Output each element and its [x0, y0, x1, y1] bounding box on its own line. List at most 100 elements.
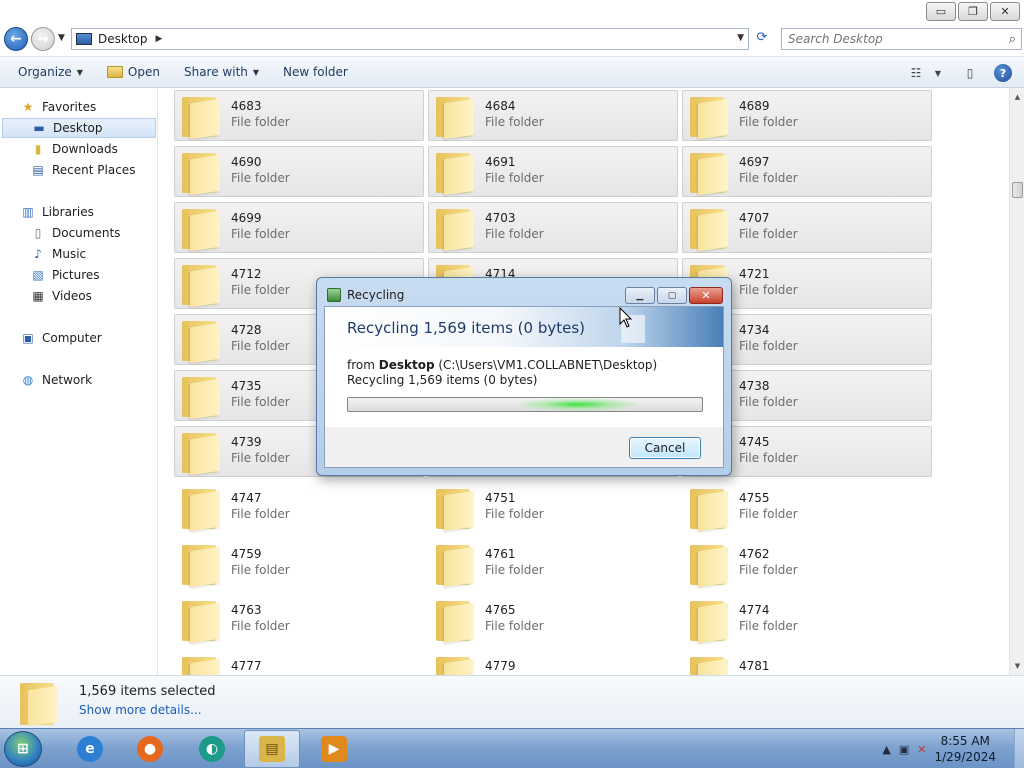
vertical-scrollbar[interactable]: ▲ ▼ — [1009, 88, 1024, 675]
folder-tile[interactable]: 4689 File folder — [682, 90, 932, 141]
folder-tile[interactable]: 4747 File folder — [174, 482, 424, 533]
close-window-button[interactable]: ✕ — [990, 2, 1020, 21]
selection-count: 1,569 items selected — [79, 684, 216, 699]
show-desktop-button[interactable] — [1014, 729, 1024, 768]
dialog-close-button[interactable]: ✕ — [689, 287, 723, 304]
nav-item-computer[interactable]: ▣ Computer — [20, 328, 102, 348]
nav-item-libraries[interactable]: ▥ Libraries — [20, 202, 94, 222]
folder-type: File folder — [485, 227, 544, 241]
clock[interactable]: 8:55 AM 1/29/2024 — [934, 733, 996, 765]
change-view-icon[interactable]: ☷ — [902, 61, 930, 85]
volume-muted-icon[interactable]: ✕ — [917, 743, 926, 756]
start-button[interactable]: ⊞ — [4, 731, 42, 767]
folder-tile[interactable]: 4684 File folder — [428, 90, 678, 141]
search-icon[interactable]: ⌕ — [1009, 32, 1016, 47]
folder-tile[interactable]: 4763 File folder — [174, 594, 424, 645]
share-with-button[interactable]: Share with ▼ — [172, 57, 271, 87]
folder-name: 4683 — [231, 99, 262, 113]
forward-arrow-icon: → — [37, 31, 49, 47]
folder-tile[interactable]: 4690 File folder — [174, 146, 424, 197]
folder-type: File folder — [739, 451, 798, 465]
folder-type: File folder — [231, 283, 290, 297]
window-titlebar: ▭ ❐ ✕ — [0, 0, 1024, 24]
taskbar-media-player-button[interactable]: ▶ — [306, 730, 362, 768]
nav-item-pictures[interactable]: ▧ Pictures — [30, 265, 100, 285]
address-dropdown-icon[interactable]: ▼ — [737, 33, 744, 43]
folder-icon — [182, 375, 220, 420]
dialog-maximize-button[interactable]: ▢ — [657, 287, 687, 304]
folder-tile[interactable]: 4777 — [174, 650, 424, 675]
open-button[interactable]: Open — [95, 57, 172, 87]
organize-button[interactable]: Organize ▼ — [0, 57, 95, 87]
show-hidden-icons-icon[interactable]: ▲ — [882, 743, 890, 756]
nav-item-videos[interactable]: ▦ Videos — [30, 286, 92, 306]
new-folder-button[interactable]: New folder — [271, 57, 360, 87]
network-status-icon[interactable]: ▣ — [899, 743, 909, 756]
scrollbar-thumb[interactable] — [1012, 182, 1023, 198]
recent-pages-dropdown[interactable]: ▼ — [58, 33, 65, 43]
folder-tile[interactable]: 4774 File folder — [682, 594, 932, 645]
maximize-window-button[interactable]: ❐ — [958, 2, 988, 21]
scroll-up-icon[interactable]: ▲ — [1010, 90, 1024, 104]
breadcrumb-chevron-icon[interactable]: ▶ — [156, 34, 163, 44]
folder-type: File folder — [485, 507, 544, 521]
folder-tile[interactable]: 4761 File folder — [428, 538, 678, 589]
nav-item-label: Desktop — [53, 121, 103, 135]
folder-name: 4755 — [739, 491, 770, 505]
nav-item-music[interactable]: ♪ Music — [30, 244, 86, 264]
show-more-details-link[interactable]: Show more details... — [79, 703, 202, 717]
nav-item-downloads[interactable]: ▮ Downloads — [30, 139, 118, 159]
folder-tile[interactable]: 4683 File folder — [174, 90, 424, 141]
folder-name: 4699 — [231, 211, 262, 225]
folder-tile[interactable]: 4759 File folder — [174, 538, 424, 589]
folder-name: 4697 — [739, 155, 770, 169]
media-player-icon: ▶ — [321, 736, 347, 762]
details-pane: 1,569 items selected Show more details..… — [0, 675, 1024, 728]
folder-name: 4761 — [485, 547, 516, 561]
nav-item-favorites[interactable]: ★ Favorites — [20, 97, 97, 117]
search-input[interactable] — [788, 32, 998, 46]
mouse-cursor-icon — [619, 307, 633, 328]
breadcrumb-desktop[interactable]: Desktop — [98, 32, 148, 46]
folder-tile[interactable]: 4707 File folder — [682, 202, 932, 253]
folder-type: File folder — [485, 563, 544, 577]
folder-tile[interactable]: 4699 File folder — [174, 202, 424, 253]
folder-type: File folder — [739, 227, 798, 241]
folder-tile[interactable]: 4779 — [428, 650, 678, 675]
minimize-window-button[interactable]: ▭ — [926, 2, 956, 21]
cancel-button[interactable]: Cancel — [629, 437, 701, 459]
folder-tile[interactable]: 4755 File folder — [682, 482, 932, 533]
folder-tile[interactable]: 4751 File folder — [428, 482, 678, 533]
back-button[interactable]: ← — [4, 27, 28, 51]
nav-item-desktop[interactable]: ▬ Desktop — [2, 118, 156, 138]
folder-type: File folder — [231, 339, 290, 353]
view-options-dropdown-icon[interactable]: ▼ — [930, 61, 946, 85]
taskbar-firefox-button[interactable]: ● — [122, 730, 178, 768]
forward-button[interactable]: → — [31, 27, 55, 51]
address-bar[interactable]: Desktop ▶ ▼ — [71, 28, 749, 50]
documents-icon: ▯ — [34, 226, 42, 240]
address-row: ← → ▼ Desktop ▶ ▼ ⟳ ⌕ — [0, 24, 1024, 54]
nav-item-documents[interactable]: ▯ Documents — [30, 223, 121, 243]
help-icon[interactable]: ? — [994, 64, 1012, 82]
dialog-minimize-button[interactable]: ▁ — [625, 287, 655, 304]
search-box[interactable]: ⌕ — [781, 28, 1022, 50]
nav-item-recent-places[interactable]: ▤ Recent Places — [30, 160, 135, 180]
folder-tile[interactable]: 4691 File folder — [428, 146, 678, 197]
folder-tile[interactable]: 4697 File folder — [682, 146, 932, 197]
folder-tile[interactable]: 4762 File folder — [682, 538, 932, 589]
folder-tile[interactable]: 4781 — [682, 650, 932, 675]
scroll-down-icon[interactable]: ▼ — [1010, 659, 1024, 673]
folder-tile[interactable]: 4703 File folder — [428, 202, 678, 253]
taskbar-internet-explorer-button[interactable]: e — [62, 730, 118, 768]
preview-pane-icon[interactable]: ▯ — [956, 61, 984, 85]
taskbar-file-explorer-button[interactable]: ▤ — [244, 730, 300, 768]
refresh-icon[interactable]: ⟳ — [752, 30, 772, 48]
taskbar-edge-chromium-button[interactable]: ◐ — [184, 730, 240, 768]
folder-type: File folder — [231, 395, 290, 409]
nav-item-label: Pictures — [52, 268, 100, 282]
desktop-location-icon — [76, 33, 92, 45]
folder-tile[interactable]: 4765 File folder — [428, 594, 678, 645]
nav-item-network[interactable]: ◍ Network — [20, 370, 92, 390]
nav-item-label: Computer — [42, 331, 102, 345]
